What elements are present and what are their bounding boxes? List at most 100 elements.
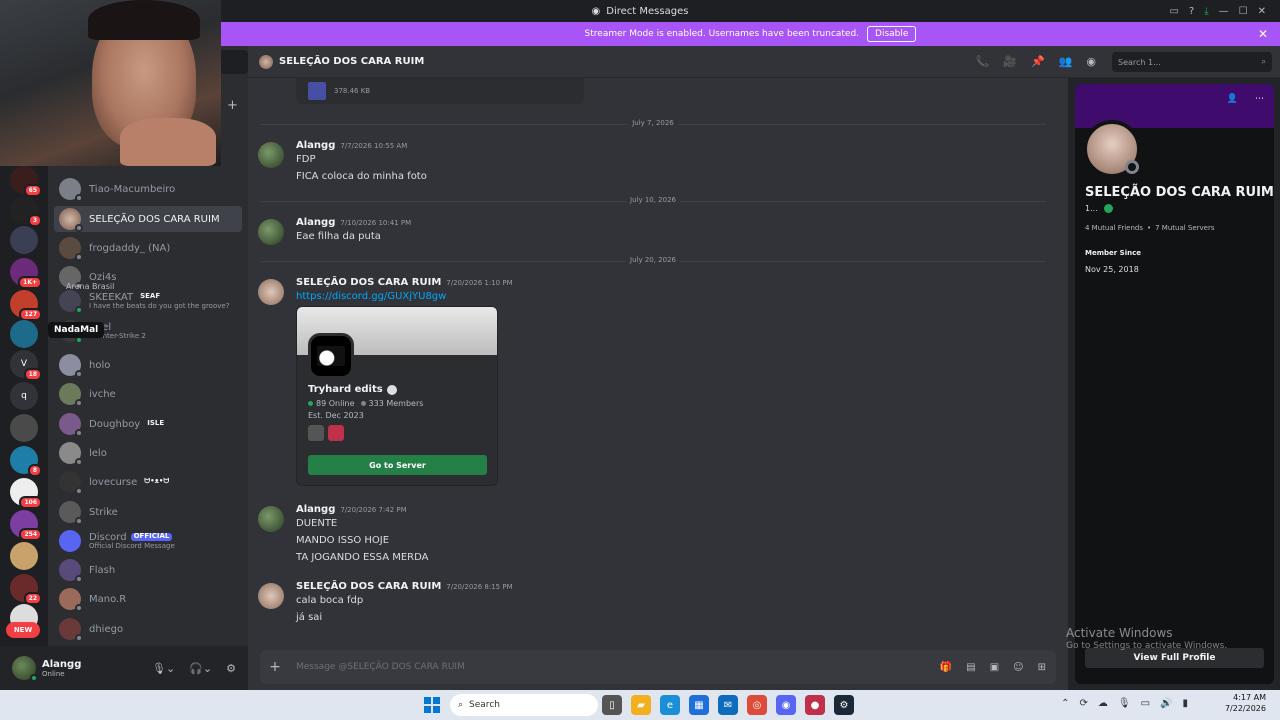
more-icon[interactable]: ⋯ bbox=[1255, 94, 1264, 104]
find-conversation-input[interactable] bbox=[221, 50, 248, 74]
file-explorer-icon[interactable]: ▰ bbox=[631, 695, 651, 715]
disable-streamer-button[interactable]: Disable bbox=[867, 26, 917, 42]
message-author[interactable]: SELEÇÃO DOS CARA RUIM bbox=[296, 581, 441, 592]
mutual-servers[interactable]: 7 Mutual Servers bbox=[1155, 224, 1214, 232]
headphones-icon[interactable]: 🎧⌄ bbox=[189, 662, 212, 675]
avatar[interactable] bbox=[258, 583, 284, 609]
avatar bbox=[59, 618, 83, 642]
server-icon[interactable]: 254 bbox=[10, 510, 42, 541]
server-icon[interactable] bbox=[10, 226, 38, 254]
microphone-icon[interactable]: 🎙 bbox=[1118, 698, 1131, 709]
server-icon[interactable]: 1K+ bbox=[10, 258, 42, 289]
volume-icon[interactable]: 🔊 bbox=[1160, 698, 1172, 709]
dm-item-selected[interactable]: SELEÇÃO DOS CARA RUIM bbox=[54, 206, 242, 232]
microphone-icon[interactable]: 🎙⌄ bbox=[152, 662, 175, 675]
server-icon[interactable]: 65 bbox=[10, 166, 42, 197]
avatar[interactable] bbox=[258, 142, 284, 168]
server-icon[interactable]: q bbox=[10, 382, 38, 410]
dm-item[interactable]: Doughboy ISLE bbox=[54, 411, 242, 437]
dm-item[interactable]: Flash bbox=[54, 557, 242, 583]
windows-start-icon[interactable] bbox=[424, 697, 440, 713]
download-icon[interactable]: ⤓ bbox=[1204, 6, 1208, 17]
edge-icon[interactable]: e bbox=[660, 695, 680, 715]
app-icon[interactable]: ● bbox=[805, 695, 825, 715]
gear-icon[interactable]: ⚙ bbox=[226, 662, 236, 675]
dm-item[interactable]: Tiao-Macumbeiro bbox=[54, 176, 242, 202]
clock[interactable]: 4:17 AM 7/22/2026 bbox=[1225, 693, 1266, 715]
avatar[interactable] bbox=[258, 506, 284, 532]
file-attachment[interactable]: 378.46 KB bbox=[296, 78, 584, 104]
dm-item[interactable]: Discord OFFICIAL Official Discord Message bbox=[54, 528, 242, 554]
message-input[interactable]: + Message @SELEÇÃO DOS CARA RUIM 🎁 ▤ ▣ ☺… bbox=[260, 650, 1056, 684]
webcam-overlay bbox=[0, 0, 221, 166]
task-view-icon[interactable]: ▯ bbox=[602, 695, 622, 715]
server-icon[interactable]: 106 bbox=[10, 478, 42, 509]
new-badge[interactable]: NEW bbox=[6, 622, 40, 638]
pin-icon[interactable]: 📌 bbox=[1031, 55, 1045, 68]
video-icon[interactable]: 🎥 bbox=[1003, 55, 1017, 68]
close-button[interactable]: ✕ bbox=[1258, 6, 1266, 17]
avatar[interactable] bbox=[258, 279, 284, 305]
server-icon[interactable]: 3 bbox=[10, 196, 42, 227]
search-input[interactable]: Search 1... ⌕ bbox=[1112, 52, 1272, 72]
inbox-icon[interactable]: ▭ bbox=[1169, 6, 1178, 17]
server-letter: V bbox=[20, 359, 28, 369]
chrome-icon[interactable]: ◎ bbox=[747, 695, 767, 715]
dm-item[interactable]: frogdaddy_ (NA) bbox=[54, 235, 242, 261]
call-icon[interactable]: 📞 bbox=[976, 55, 990, 68]
tray-icon[interactable]: ☁ bbox=[1098, 698, 1108, 709]
message-author[interactable]: Alangg bbox=[296, 504, 335, 515]
add-attachment-icon[interactable]: + bbox=[266, 659, 284, 675]
steam-icon[interactable]: ⚙ bbox=[834, 695, 854, 715]
minimize-button[interactable]: — bbox=[1219, 6, 1229, 17]
close-icon[interactable]: ✕ bbox=[1258, 27, 1268, 41]
create-dm-icon[interactable]: + bbox=[227, 98, 238, 113]
dm-item[interactable]: Mano.R bbox=[54, 586, 242, 612]
avatar[interactable] bbox=[258, 219, 284, 245]
message-author[interactable]: Alangg bbox=[296, 140, 335, 151]
dm-item[interactable]: SKEEKAT SEAF I have the beats do you got … bbox=[54, 288, 242, 314]
dm-item[interactable]: Strike bbox=[54, 499, 242, 525]
gif-icon[interactable]: ▤ bbox=[966, 662, 975, 673]
user-profile-icon[interactable]: ◉ bbox=[1086, 55, 1096, 68]
store-icon[interactable]: ▦ bbox=[689, 695, 709, 715]
dm-item[interactable]: dhiego bbox=[54, 616, 242, 642]
message-author[interactable]: SELEÇÃO DOS CARA RUIM bbox=[296, 277, 441, 288]
dm-item[interactable]: holo bbox=[54, 352, 242, 378]
apps-icon[interactable]: ⊞ bbox=[1038, 662, 1046, 673]
view-full-profile-button[interactable]: View Full Profile bbox=[1085, 648, 1264, 668]
dm-item[interactable]: lelo bbox=[54, 440, 242, 466]
dm-item[interactable]: lovecurse ᗢ•ᴥ•ᗢ bbox=[54, 469, 242, 495]
message-author[interactable]: Alangg bbox=[296, 217, 335, 228]
server-icon[interactable] bbox=[10, 414, 38, 442]
server-icon[interactable]: V 18 bbox=[10, 350, 42, 381]
server-icon[interactable]: 22 bbox=[10, 574, 42, 605]
server-icon[interactable] bbox=[10, 320, 38, 348]
server-icon[interactable]: 8 bbox=[10, 446, 42, 477]
emoji-icon[interactable]: ☺ bbox=[1013, 662, 1023, 673]
invite-link[interactable]: https://discord.gg/GUXjYU8gw bbox=[296, 291, 446, 302]
help-icon[interactable]: ? bbox=[1189, 6, 1194, 17]
avatar[interactable] bbox=[12, 656, 38, 682]
server-icon[interactable] bbox=[10, 542, 38, 570]
network-icon[interactable]: ▭ bbox=[1141, 698, 1150, 709]
mutual-friends[interactable]: 4 Mutual Friends bbox=[1085, 224, 1143, 232]
taskbar-search[interactable]: ⌕ Search bbox=[450, 694, 598, 716]
message-text: já sai bbox=[296, 612, 323, 623]
add-friend-icon[interactable]: 👤 bbox=[1227, 94, 1238, 104]
gift-icon[interactable]: 🎁 bbox=[940, 662, 952, 673]
discord-app-icon[interactable]: ◉ bbox=[776, 695, 796, 715]
add-friend-icon[interactable]: 👥 bbox=[1059, 55, 1073, 68]
maximize-button[interactable]: ☐ bbox=[1239, 6, 1248, 17]
battery-icon[interactable]: ▮ bbox=[1182, 698, 1188, 709]
outlook-icon[interactable]: ✉ bbox=[718, 695, 738, 715]
tray-icon[interactable]: ⟳ bbox=[1079, 698, 1087, 709]
go-to-server-button[interactable]: Go to Server bbox=[308, 455, 487, 475]
chevron-up-icon[interactable]: ⌃ bbox=[1061, 698, 1069, 709]
avatar[interactable] bbox=[1083, 120, 1141, 178]
avatar bbox=[59, 501, 83, 525]
server-icon[interactable]: 127 bbox=[10, 290, 42, 321]
dm-name: dhiego bbox=[89, 623, 124, 635]
dm-item[interactable]: ivche bbox=[54, 381, 242, 407]
sticker-icon[interactable]: ▣ bbox=[990, 662, 999, 673]
